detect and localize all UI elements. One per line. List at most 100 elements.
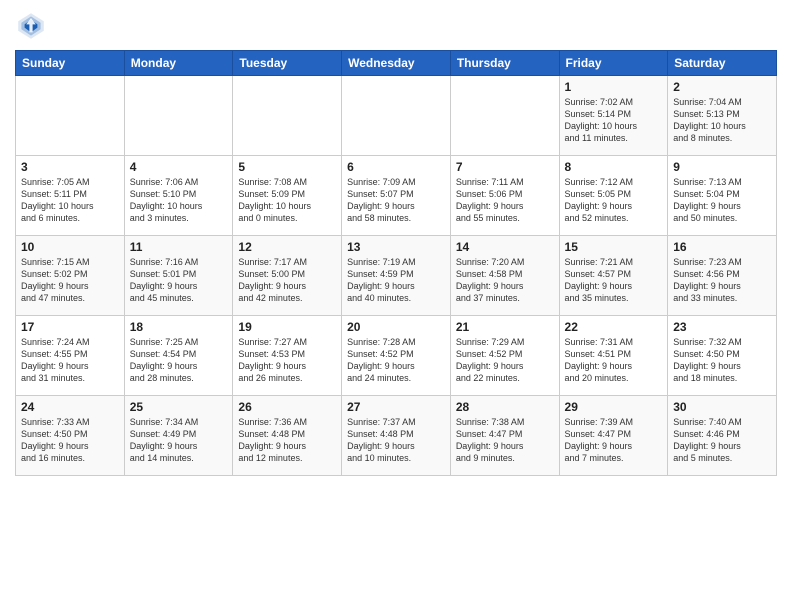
logo-icon [15,10,47,42]
weekday-header-row: SundayMondayTuesdayWednesdayThursdayFrid… [16,51,777,76]
day-info: Sunrise: 7:11 AM Sunset: 5:06 PM Dayligh… [456,176,554,225]
calendar-cell [342,76,451,156]
day-number: 3 [21,160,119,174]
day-info: Sunrise: 7:05 AM Sunset: 5:11 PM Dayligh… [21,176,119,225]
calendar-cell: 22 Sunrise: 7:31 AM Sunset: 4:51 PM Dayli… [559,316,668,396]
day-number: 21 [456,320,554,334]
day-number: 15 [565,240,663,254]
day-number: 17 [21,320,119,334]
day-info: Sunrise: 7:12 AM Sunset: 5:05 PM Dayligh… [565,176,663,225]
day-info: Sunrise: 7:29 AM Sunset: 4:52 PM Dayligh… [456,336,554,385]
day-info: Sunrise: 7:06 AM Sunset: 5:10 PM Dayligh… [130,176,228,225]
weekday-header-tuesday: Tuesday [233,51,342,76]
day-info: Sunrise: 7:19 AM Sunset: 4:59 PM Dayligh… [347,256,445,305]
day-number: 1 [565,80,663,94]
calendar-cell [450,76,559,156]
weekday-header-wednesday: Wednesday [342,51,451,76]
logo [15,10,51,42]
day-info: Sunrise: 7:24 AM Sunset: 4:55 PM Dayligh… [21,336,119,385]
day-number: 22 [565,320,663,334]
day-info: Sunrise: 7:37 AM Sunset: 4:48 PM Dayligh… [347,416,445,465]
day-number: 29 [565,400,663,414]
day-info: Sunrise: 7:23 AM Sunset: 4:56 PM Dayligh… [673,256,771,305]
calendar-cell: 10Sunrise: 7:15 AM Sunset: 5:02 PM Dayli… [16,236,125,316]
day-number: 28 [456,400,554,414]
calendar-cell: 12 Sunrise: 7:17 AM Sunset: 5:00 PM Dayli… [233,236,342,316]
calendar-cell: 29 Sunrise: 7:39 AM Sunset: 4:47 PM Dayli… [559,396,668,476]
calendar-container: SundayMondayTuesdayWednesdayThursdayFrid… [0,0,792,486]
calendar-cell: 26Sunrise: 7:36 AM Sunset: 4:48 PM Dayli… [233,396,342,476]
weekday-header-sunday: Sunday [16,51,125,76]
calendar-cell: 14 Sunrise: 7:20 AM Sunset: 4:58 PM Dayli… [450,236,559,316]
day-number: 7 [456,160,554,174]
day-number: 14 [456,240,554,254]
calendar-cell: 20 Sunrise: 7:28 AM Sunset: 4:52 PM Dayli… [342,316,451,396]
calendar-week-1: 1 Sunrise: 7:02 AM Sunset: 5:14 PM Daylig… [16,76,777,156]
day-number: 19 [238,320,336,334]
header [15,10,777,42]
day-number: 9 [673,160,771,174]
day-info: Sunrise: 7:02 AM Sunset: 5:14 PM Dayligh… [565,96,663,145]
day-number: 12 [238,240,336,254]
calendar-week-4: 17 Sunrise: 7:24 AM Sunset: 4:55 PM Dayli… [16,316,777,396]
calendar-cell [16,76,125,156]
calendar-cell: 23Sunrise: 7:32 AM Sunset: 4:50 PM Dayli… [668,316,777,396]
day-info: Sunrise: 7:16 AM Sunset: 5:01 PM Dayligh… [130,256,228,305]
calendar-cell: 8 Sunrise: 7:12 AM Sunset: 5:05 PM Daylig… [559,156,668,236]
day-number: 4 [130,160,228,174]
day-number: 30 [673,400,771,414]
weekday-header-saturday: Saturday [668,51,777,76]
day-info: Sunrise: 7:36 AM Sunset: 4:48 PM Dayligh… [238,416,336,465]
day-info: Sunrise: 7:31 AM Sunset: 4:51 PM Dayligh… [565,336,663,385]
calendar-cell: 5 Sunrise: 7:08 AM Sunset: 5:09 PM Daylig… [233,156,342,236]
day-info: Sunrise: 7:17 AM Sunset: 5:00 PM Dayligh… [238,256,336,305]
day-number: 10 [21,240,119,254]
day-info: Sunrise: 7:34 AM Sunset: 4:49 PM Dayligh… [130,416,228,465]
calendar-week-2: 3 Sunrise: 7:05 AM Sunset: 5:11 PM Daylig… [16,156,777,236]
calendar-cell: 21 Sunrise: 7:29 AM Sunset: 4:52 PM Dayli… [450,316,559,396]
day-number: 13 [347,240,445,254]
calendar-table: SundayMondayTuesdayWednesdayThursdayFrid… [15,50,777,476]
day-info: Sunrise: 7:21 AM Sunset: 4:57 PM Dayligh… [565,256,663,305]
day-info: Sunrise: 7:28 AM Sunset: 4:52 PM Dayligh… [347,336,445,385]
day-info: Sunrise: 7:13 AM Sunset: 5:04 PM Dayligh… [673,176,771,225]
calendar-cell: 4 Sunrise: 7:06 AM Sunset: 5:10 PM Daylig… [124,156,233,236]
day-info: Sunrise: 7:38 AM Sunset: 4:47 PM Dayligh… [456,416,554,465]
calendar-cell: 28 Sunrise: 7:38 AM Sunset: 4:47 PM Dayli… [450,396,559,476]
day-number: 16 [673,240,771,254]
day-number: 2 [673,80,771,94]
day-number: 24 [21,400,119,414]
calendar-week-3: 10Sunrise: 7:15 AM Sunset: 5:02 PM Dayli… [16,236,777,316]
calendar-week-5: 24 Sunrise: 7:33 AM Sunset: 4:50 PM Dayli… [16,396,777,476]
calendar-cell: 2Sunrise: 7:04 AM Sunset: 5:13 PM Daylig… [668,76,777,156]
day-info: Sunrise: 7:40 AM Sunset: 4:46 PM Dayligh… [673,416,771,465]
calendar-cell: 6Sunrise: 7:09 AM Sunset: 5:07 PM Daylig… [342,156,451,236]
calendar-cell: 15 Sunrise: 7:21 AM Sunset: 4:57 PM Dayli… [559,236,668,316]
weekday-header-thursday: Thursday [450,51,559,76]
calendar-cell: 1 Sunrise: 7:02 AM Sunset: 5:14 PM Daylig… [559,76,668,156]
day-number: 11 [130,240,228,254]
day-info: Sunrise: 7:08 AM Sunset: 5:09 PM Dayligh… [238,176,336,225]
calendar-cell [233,76,342,156]
calendar-cell: 3 Sunrise: 7:05 AM Sunset: 5:11 PM Daylig… [16,156,125,236]
day-number: 5 [238,160,336,174]
calendar-cell: 7 Sunrise: 7:11 AM Sunset: 5:06 PM Daylig… [450,156,559,236]
day-number: 8 [565,160,663,174]
day-info: Sunrise: 7:27 AM Sunset: 4:53 PM Dayligh… [238,336,336,385]
calendar-cell: 18 Sunrise: 7:25 AM Sunset: 4:54 PM Dayli… [124,316,233,396]
day-info: Sunrise: 7:09 AM Sunset: 5:07 PM Dayligh… [347,176,445,225]
day-number: 20 [347,320,445,334]
weekday-header-friday: Friday [559,51,668,76]
day-info: Sunrise: 7:25 AM Sunset: 4:54 PM Dayligh… [130,336,228,385]
calendar-cell: 19 Sunrise: 7:27 AM Sunset: 4:53 PM Dayli… [233,316,342,396]
calendar-cell: 17 Sunrise: 7:24 AM Sunset: 4:55 PM Dayli… [16,316,125,396]
day-info: Sunrise: 7:33 AM Sunset: 4:50 PM Dayligh… [21,416,119,465]
calendar-cell: 13 Sunrise: 7:19 AM Sunset: 4:59 PM Dayli… [342,236,451,316]
calendar-cell: 25Sunrise: 7:34 AM Sunset: 4:49 PM Dayli… [124,396,233,476]
day-info: Sunrise: 7:20 AM Sunset: 4:58 PM Dayligh… [456,256,554,305]
calendar-cell: 9 Sunrise: 7:13 AM Sunset: 5:04 PM Daylig… [668,156,777,236]
day-info: Sunrise: 7:39 AM Sunset: 4:47 PM Dayligh… [565,416,663,465]
calendar-cell: 16 Sunrise: 7:23 AM Sunset: 4:56 PM Dayli… [668,236,777,316]
day-number: 23 [673,320,771,334]
day-number: 18 [130,320,228,334]
